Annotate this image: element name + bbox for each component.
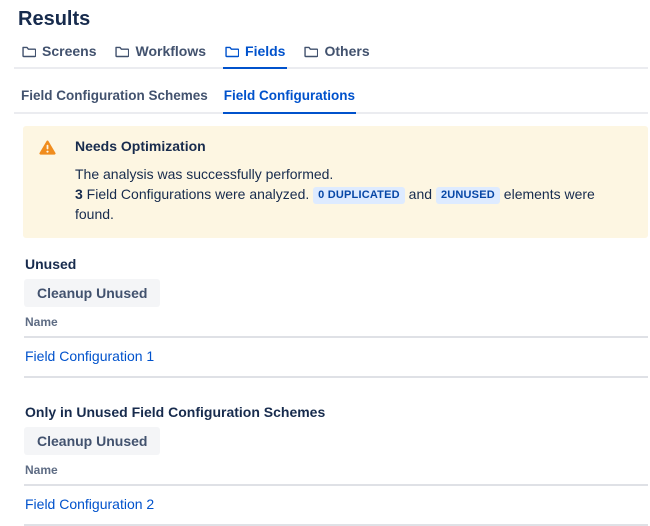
folder-icon: [225, 45, 239, 58]
warning-banner: Needs Optimization The analysis was succ…: [23, 126, 648, 238]
field-configuration-link[interactable]: Field Configuration 2: [25, 496, 154, 512]
section-heading: Only in Unused Field Configuration Schem…: [25, 404, 648, 420]
page-title: Results: [18, 8, 650, 31]
duplicated-badge: 0 DUPLICATED: [313, 187, 405, 204]
column-header-name: Name: [24, 315, 648, 338]
tab-label: Fields: [245, 43, 285, 59]
folder-icon: [22, 45, 36, 58]
section-heading: Unused: [25, 256, 648, 272]
only-in-unused-schemes-section: Only in Unused Field Configuration Schem…: [24, 404, 648, 526]
subtab-field-configurations[interactable]: Field Configurations: [223, 86, 356, 114]
banner-text-fragment: and: [405, 186, 436, 202]
banner-text-fragment: Field Configurations were analyzed.: [83, 186, 313, 202]
table-row: Field Configuration 2: [24, 486, 648, 526]
tab-label: Workflows: [135, 43, 206, 59]
tab-screens[interactable]: Screens: [20, 41, 98, 67]
column-header-name: Name: [24, 463, 648, 486]
folder-icon: [115, 45, 129, 58]
tab-workflows[interactable]: Workflows: [113, 41, 208, 67]
banner-line2: 3 Field Configurations were analyzed. 0 …: [75, 184, 632, 224]
warning-icon: [39, 140, 56, 155]
unused-badge: 2UNUSED: [436, 187, 500, 204]
main-tabs: Screens Workflows Fields Others: [14, 41, 648, 69]
unused-section: Unused Cleanup Unused Name Field Configu…: [24, 256, 648, 378]
tab-fields[interactable]: Fields: [223, 41, 287, 69]
folder-icon: [304, 45, 318, 58]
subtab-field-configuration-schemes[interactable]: Field Configuration Schemes: [20, 86, 209, 112]
cleanup-unused-button[interactable]: Cleanup Unused: [24, 427, 160, 455]
field-configuration-link[interactable]: Field Configuration 1: [25, 348, 154, 364]
cleanup-unused-button[interactable]: Cleanup Unused: [24, 279, 160, 307]
tab-label: Others: [324, 43, 369, 59]
sub-tabs: Field Configuration Schemes Field Config…: [14, 86, 648, 114]
analyzed-count: 3: [75, 186, 83, 202]
table-row: Field Configuration 1: [24, 338, 648, 378]
results-page: Results Screens Workflows Fields Others …: [0, 8, 650, 496]
tab-others[interactable]: Others: [302, 41, 371, 67]
banner-line1: The analysis was successfully performed.: [75, 164, 632, 184]
tab-label: Screens: [42, 43, 96, 59]
banner-title: Needs Optimization: [75, 138, 632, 154]
